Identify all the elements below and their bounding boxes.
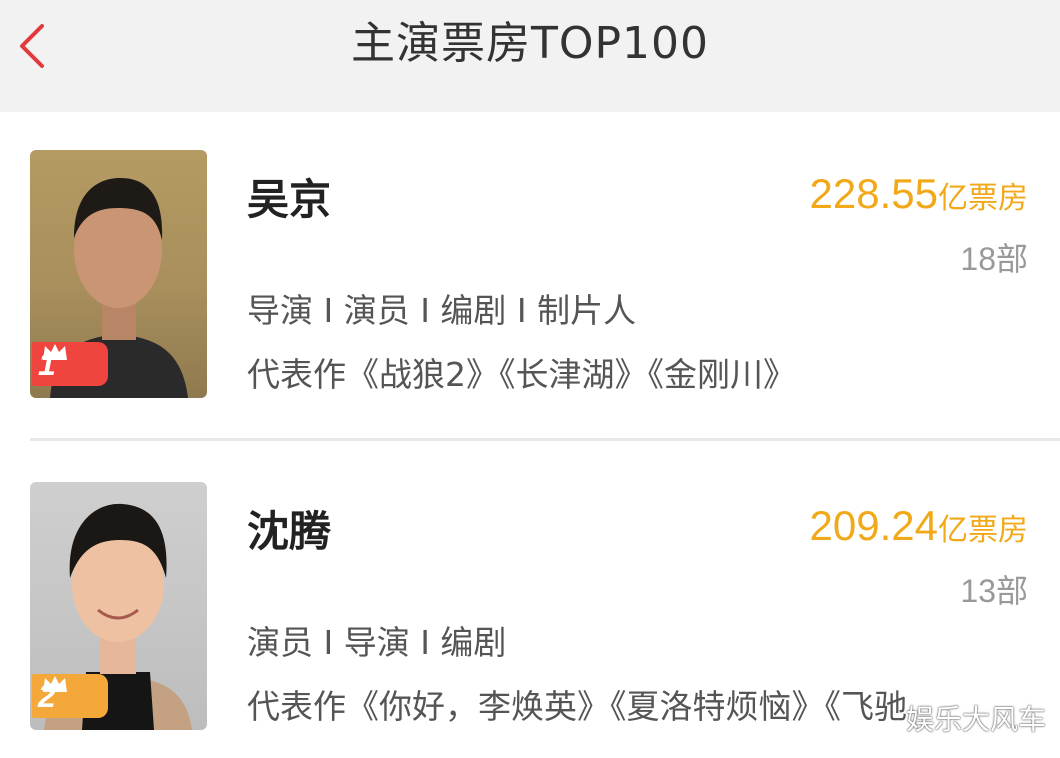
box-office: 209.24亿票房 bbox=[810, 502, 1028, 550]
box-office-value: 209.24 bbox=[809, 502, 938, 549]
divider bbox=[30, 438, 1060, 441]
box-office: 228.55亿票房 bbox=[810, 170, 1028, 218]
roles: 导演 I 演员 I 编剧 I 制片人 bbox=[247, 291, 637, 330]
actor-name: 沈腾 bbox=[247, 507, 332, 556]
roles: 演员 I 导演 I 编剧 bbox=[247, 623, 507, 662]
crown-icon bbox=[43, 344, 67, 360]
film-count: 13部 bbox=[960, 573, 1028, 609]
film-count: 18部 bbox=[960, 241, 1028, 277]
list-item[interactable]: 1 吴京 228.55亿票房 18部 导演 I 演员 I 编剧 I 制片人 代表… bbox=[0, 112, 1060, 402]
rank-badge: 2 bbox=[32, 674, 108, 718]
nav-bar: 主演票房TOP100 bbox=[0, 0, 1060, 112]
avatar: 2 bbox=[30, 482, 207, 730]
box-office-value: 228.55 bbox=[809, 170, 938, 217]
rank-badge: 1 bbox=[32, 342, 108, 386]
box-office-unit: 亿票房 bbox=[938, 513, 1028, 548]
avatar: 1 bbox=[30, 150, 207, 398]
crown-icon bbox=[43, 676, 67, 692]
list-item[interactable]: 2 沈腾 209.24亿票房 13部 演员 I 导演 I 编剧 代表作《你好，李… bbox=[0, 444, 1060, 734]
actor-name: 吴京 bbox=[247, 175, 332, 224]
page-title: 主演票房TOP100 bbox=[350, 18, 710, 69]
box-office-unit: 亿票房 bbox=[938, 181, 1028, 216]
watermark: 娱乐大风车 bbox=[905, 703, 1046, 736]
representative-works: 代表作《战狼2》《长津湖》《金刚川》 bbox=[247, 355, 796, 394]
